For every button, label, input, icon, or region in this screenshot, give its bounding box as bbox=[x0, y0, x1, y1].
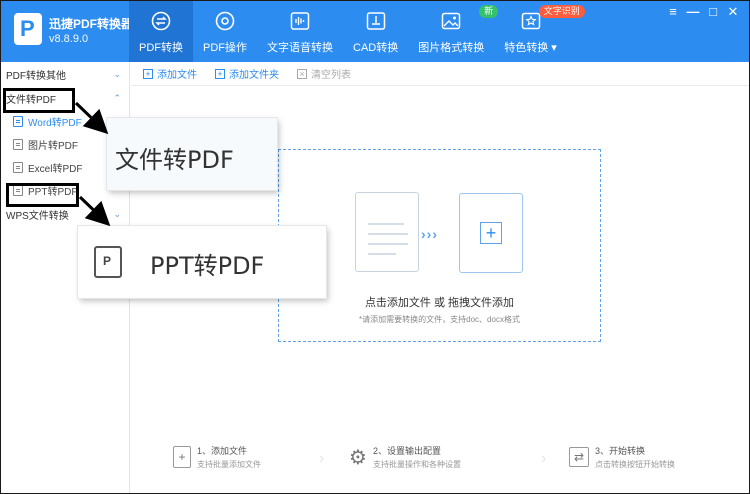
maximize-icon[interactable]: □ bbox=[703, 4, 723, 20]
document-icon bbox=[355, 192, 419, 272]
chevron-right-icon: › bbox=[319, 450, 325, 467]
nav-text-speech[interactable]: 文字语音转换 bbox=[257, 1, 343, 62]
add-file-box[interactable]: + bbox=[459, 193, 523, 273]
add-file-button[interactable]: + 添加文件 bbox=[143, 66, 197, 81]
star-icon bbox=[521, 11, 541, 31]
clear-list-button[interactable]: × 清空列表 bbox=[297, 66, 351, 81]
excel-file-icon bbox=[13, 162, 23, 173]
gear-cycle-icon bbox=[215, 11, 235, 31]
highlight-box-item bbox=[6, 183, 79, 207]
cad-icon bbox=[366, 11, 386, 31]
nav-cad-convert[interactable]: CAD转换 bbox=[343, 1, 408, 62]
chevron-up-icon: ⌃ bbox=[113, 92, 121, 103]
image-file-icon bbox=[13, 139, 23, 150]
drop-zone-hint: *请添加需要转换的文件，支持doc、docx格式 bbox=[359, 315, 520, 324]
ppt-file-icon: P bbox=[94, 246, 122, 278]
audio-wave-icon bbox=[290, 11, 310, 31]
app-logo: P bbox=[14, 13, 42, 45]
step-start-convert: ⇄ 3、开始转换 点击转换按钮开始转换 bbox=[569, 444, 675, 470]
nav-pdf-convert[interactable]: PDF转换 bbox=[129, 1, 193, 62]
close-icon[interactable]: ✕ bbox=[723, 4, 743, 20]
add-folder-icon: + bbox=[215, 68, 225, 79]
arrow-right-icon: ››› bbox=[421, 226, 438, 242]
top-bar: P 迅捷PDF转换器 v8.8.9.0 PDF转换 PDF操作 文字语音转换 C… bbox=[1, 1, 749, 62]
add-folder-button[interactable]: + 添加文件夹 bbox=[215, 66, 279, 81]
menu-icon[interactable]: ≡ bbox=[663, 4, 683, 20]
nav-pdf-operate[interactable]: PDF操作 bbox=[193, 1, 257, 62]
callout-item: P PPT转PDF bbox=[78, 226, 326, 298]
step-output-settings: ⚙ 2、设置输出配置 支持批量操作和各种设置 bbox=[349, 446, 461, 469]
minimize-icon[interactable]: — bbox=[683, 4, 703, 20]
main-nav: PDF转换 PDF操作 文字语音转换 CAD转换 图片格式转换 新 特色转换 ▾… bbox=[129, 1, 585, 62]
callout-category: 文件转PDF bbox=[107, 118, 277, 190]
gear-icon: ⚙ bbox=[349, 446, 367, 469]
add-file-icon: + bbox=[173, 446, 191, 468]
nav-image-convert[interactable]: 图片格式转换 新 bbox=[408, 1, 499, 62]
ocr-badge: 文字识别 bbox=[538, 5, 585, 18]
trash-icon: × bbox=[297, 68, 307, 79]
file-toolbar: + 添加文件 + 添加文件夹 × 清空列表 bbox=[131, 62, 749, 86]
window-controls: ≡ — □ ✕ bbox=[663, 4, 743, 20]
highlight-box-category bbox=[3, 88, 75, 113]
nav-special-convert[interactable]: 特色转换 ▾ 文字识别 bbox=[494, 1, 585, 62]
add-file-icon: + bbox=[143, 68, 153, 79]
sidebar-group-pdf-to-other[interactable]: PDF转换其他 ⌄ bbox=[1, 62, 129, 86]
drop-zone-title: 点击添加文件 或 拖拽文件添加 bbox=[364, 297, 515, 309]
steps-bar: + 1、添加文件 支持批量添加文件 › ⚙ 2、设置输出配置 支持批量操作和各种… bbox=[131, 444, 749, 484]
chevron-right-icon: › bbox=[541, 450, 547, 467]
chevron-down-icon: ⌄ bbox=[113, 208, 121, 219]
swap-icon: ⇄ bbox=[569, 447, 589, 467]
app-name: 迅捷PDF转换器 bbox=[49, 17, 134, 31]
exchange-icon bbox=[151, 11, 171, 31]
plus-icon: + bbox=[480, 222, 502, 244]
word-file-icon bbox=[13, 116, 23, 127]
image-icon bbox=[441, 11, 461, 31]
step-add-file: + 1、添加文件 支持批量添加文件 bbox=[173, 444, 261, 470]
app-version: v8.8.9.0 bbox=[49, 33, 89, 45]
chevron-down-icon: ⌄ bbox=[113, 68, 121, 79]
